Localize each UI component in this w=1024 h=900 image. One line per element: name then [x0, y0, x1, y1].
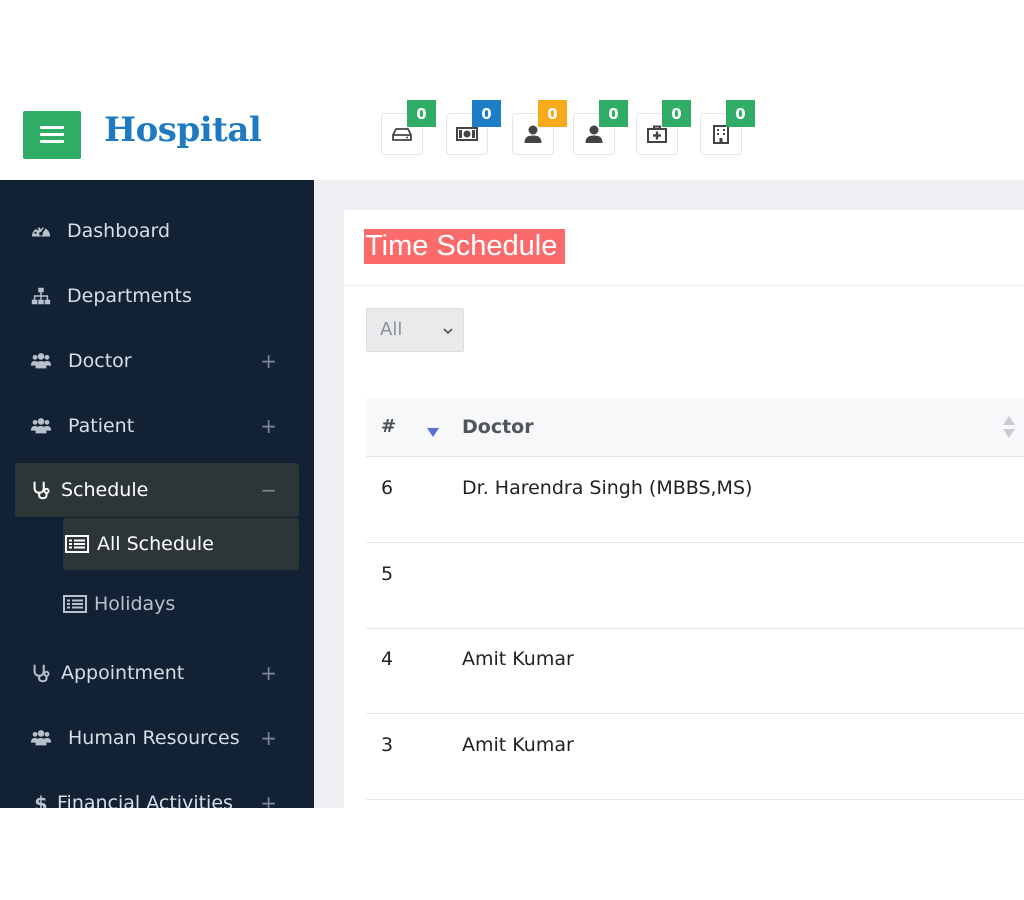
sidebar-item-label: Human Resources — [68, 727, 240, 749]
table-row[interactable]: 3 Amit Kumar — [366, 714, 1024, 800]
list-icon — [63, 594, 87, 614]
menu-toggle-button[interactable] — [23, 111, 81, 159]
sidebar-item-patient[interactable]: Patient + — [15, 399, 299, 453]
cell-doctor: Amit Kumar — [462, 648, 574, 670]
hamburger-line — [40, 133, 64, 136]
stethoscope-icon — [29, 478, 53, 502]
sidebar-item-doctor[interactable]: Doctor + — [15, 334, 299, 388]
sidebar-item-label: Doctor — [68, 350, 132, 372]
filter-selected-value: All — [380, 319, 403, 340]
sidebar-item-financial-activities[interactable]: $ Financial Activities + — [15, 776, 299, 808]
sidebar-subitem-holidays[interactable]: Holidays — [63, 578, 299, 630]
notification-medkit[interactable]: 0 — [636, 100, 691, 155]
hamburger-line — [40, 140, 64, 143]
column-header-number[interactable]: # — [381, 416, 396, 437]
sidebar-item-label: Financial Activities — [57, 792, 233, 808]
table-header: # Doctor — [366, 398, 1024, 457]
sitemap-icon — [29, 284, 53, 308]
notification-badge: 0 — [726, 100, 755, 127]
users-icon — [29, 349, 53, 373]
notification-badge: 0 — [407, 100, 436, 127]
chevron-down-icon — [443, 328, 453, 335]
cell-doctor: Amit Kumar — [462, 734, 574, 756]
notification-hdd[interactable]: 0 — [381, 100, 436, 155]
cell-doctor: Dr. Harendra Singh (MBBS,MS) — [462, 477, 753, 499]
list-icon — [65, 534, 89, 554]
expand-icon[interactable]: + — [260, 661, 277, 685]
collapse-icon[interactable]: − — [260, 478, 277, 502]
users-icon — [29, 726, 53, 750]
logo-text[interactable]: Hospital — [104, 110, 262, 150]
cell-number: 6 — [381, 477, 394, 499]
table-row[interactable]: 5 — [366, 543, 1024, 629]
sidebar-item-schedule[interactable]: Schedule − — [15, 463, 299, 517]
table-row[interactable]: 6 Dr. Harendra Singh (MBBS,MS) — [366, 457, 1024, 543]
sidebar-subitem-label: All Schedule — [97, 533, 214, 555]
expand-icon[interactable]: + — [260, 726, 277, 750]
sidebar-item-departments[interactable]: Departments — [15, 269, 299, 323]
sidebar-item-label: Departments — [67, 285, 192, 307]
notification-money[interactable]: 0 — [446, 100, 501, 155]
sidebar-subitem-label: Holidays — [94, 593, 176, 615]
sidebar-subitem-all-schedule[interactable]: All Schedule — [63, 518, 299, 570]
notification-user[interactable]: 0 — [512, 100, 567, 155]
expand-icon[interactable]: + — [260, 349, 277, 373]
notification-badge: 0 — [538, 100, 567, 127]
page-title: Time Schedule — [364, 229, 566, 264]
users-icon — [29, 414, 53, 438]
dollar-icon: $ — [29, 791, 53, 808]
svg-text:$: $ — [34, 792, 47, 808]
notification-badge: 0 — [472, 100, 501, 127]
sidebar: Dashboard Departments Doctor + Patient +… — [0, 180, 314, 808]
sidebar-item-appointment[interactable]: Appointment + — [15, 646, 299, 700]
sidebar-item-label: Schedule — [61, 479, 149, 501]
expand-icon[interactable]: + — [260, 791, 277, 808]
notification-hospital[interactable]: 0 — [700, 100, 755, 155]
sidebar-item-label: Patient — [68, 415, 135, 437]
notification-badge: 0 — [599, 100, 628, 127]
column-header-doctor[interactable]: Doctor — [462, 416, 534, 438]
sidebar-item-label: Appointment — [61, 662, 185, 684]
stethoscope-icon — [29, 661, 53, 685]
sort-desc-icon[interactable] — [427, 428, 439, 437]
filter-select[interactable]: All — [366, 308, 464, 352]
cell-number: 5 — [381, 563, 394, 585]
table-row[interactable]: 4 Amit Kumar — [366, 628, 1024, 714]
sort-icon[interactable] — [1003, 416, 1015, 438]
sidebar-item-dashboard[interactable]: Dashboard — [15, 204, 299, 258]
cell-number: 4 — [381, 648, 394, 670]
divider — [344, 285, 1024, 286]
notification-user[interactable]: 0 — [573, 100, 628, 155]
cell-number: 3 — [381, 734, 394, 756]
sidebar-item-human-resources[interactable]: Human Resources + — [15, 711, 299, 765]
dashboard-icon — [29, 219, 53, 243]
notification-badge: 0 — [662, 100, 691, 127]
hamburger-line — [40, 126, 64, 129]
expand-icon[interactable]: + — [260, 414, 277, 438]
sidebar-item-label: Dashboard — [67, 220, 171, 242]
